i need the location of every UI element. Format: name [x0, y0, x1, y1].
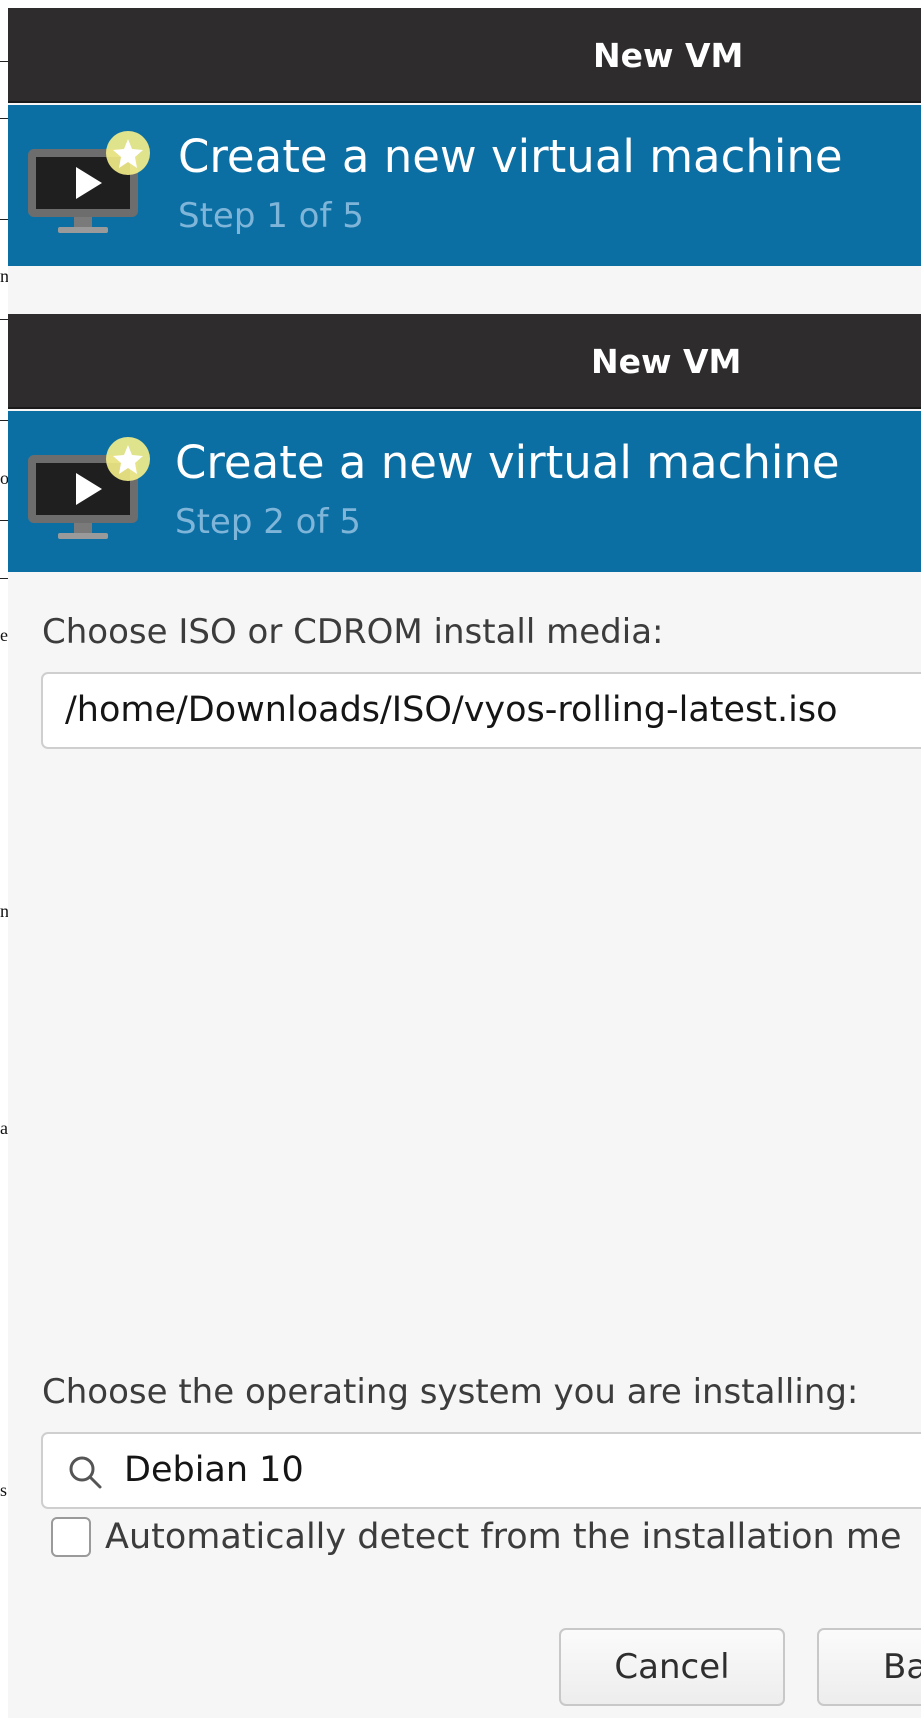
window-title: New VM: [591, 342, 742, 381]
new-vm-window-step2: New VM Create a new virtual machine Step…: [8, 314, 921, 1718]
wizard-banner: Create a new virtual machine Step 2 of 5: [8, 411, 921, 572]
new-vm-window-step1: New VM Create a new virtual machine Step…: [8, 8, 921, 314]
auto-detect-checkbox[interactable]: [51, 1517, 91, 1557]
wizard-banner: Create a new virtual machine Step 1 of 5: [8, 105, 921, 266]
banner-title: Create a new virtual machine: [175, 436, 840, 489]
bg-text-fragment: s: [0, 1480, 8, 1500]
bg-text-fragment: e: [0, 625, 8, 645]
search-icon: [69, 1456, 102, 1489]
monitor-play-star-icon: [28, 437, 150, 539]
back-button[interactable]: Ba: [817, 1628, 921, 1706]
os-label: Choose the operating system you are inst…: [42, 1372, 859, 1412]
monitor-play-star-icon: [28, 131, 150, 233]
os-search-field[interactable]: Debian 10: [41, 1432, 921, 1509]
step-indicator: Step 2 of 5: [175, 502, 361, 542]
titlebar[interactable]: New VM: [8, 8, 921, 103]
banner-title: Create a new virtual machine: [178, 130, 843, 183]
bg-text-fragment: a: [0, 1118, 8, 1138]
os-search-value: Debian 10: [124, 1450, 304, 1490]
titlebar[interactable]: New VM: [8, 314, 921, 409]
auto-detect-label[interactable]: Automatically detect from the installati…: [105, 1514, 901, 1560]
cancel-button[interactable]: Cancel: [559, 1628, 785, 1706]
install-media-label: Choose ISO or CDROM install media:: [42, 612, 664, 652]
install-media-path: /home/Downloads/ISO/vyos-rolling-latest.…: [65, 690, 838, 730]
step-indicator: Step 1 of 5: [178, 196, 364, 236]
window-title: New VM: [593, 36, 744, 75]
install-media-field[interactable]: /home/Downloads/ISO/vyos-rolling-latest.…: [41, 672, 921, 749]
